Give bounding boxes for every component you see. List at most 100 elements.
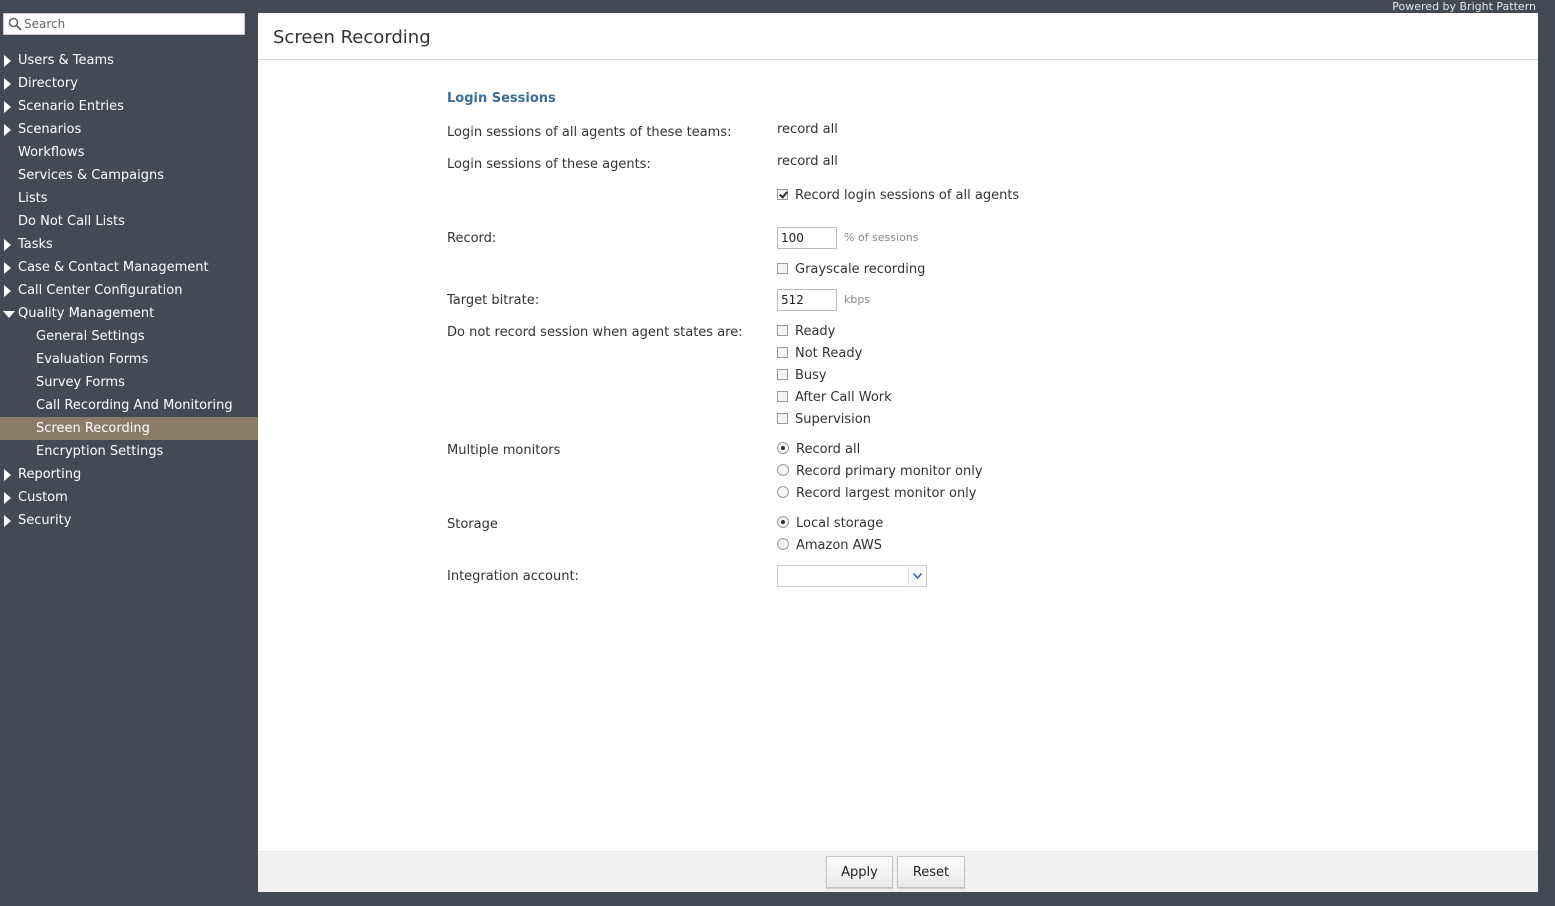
state-option-busy[interactable]: Busy — [777, 367, 827, 385]
expand-arrow-icon[interactable] — [4, 262, 11, 274]
sidebar: Users & Teams Directory Scenario Entries… — [0, 0, 258, 906]
storage-option-label: Local storage — [796, 516, 884, 531]
sidebar-item-call-recording-monitoring[interactable]: Call Recording And Monitoring — [0, 394, 258, 417]
integration-account-select[interactable] — [777, 565, 927, 587]
expand-arrow-icon[interactable] — [4, 239, 11, 251]
state-checkbox[interactable] — [777, 391, 788, 402]
sidebar-item-label: Survey Forms — [36, 375, 125, 390]
sidebar-item-label: Case & Contact Management — [18, 260, 209, 275]
state-label: Supervision — [795, 412, 871, 427]
sidebar-item-lists[interactable]: Lists — [0, 187, 258, 210]
state-checkbox[interactable] — [777, 325, 788, 336]
apply-button[interactable]: Apply — [826, 856, 893, 888]
sidebar-item-services-campaigns[interactable]: Services & Campaigns — [0, 164, 258, 187]
sidebar-item-label: Do Not Call Lists — [18, 214, 125, 229]
sidebar-item-general-settings[interactable]: General Settings — [0, 325, 258, 348]
bitrate-input[interactable] — [777, 289, 837, 311]
search-box[interactable] — [3, 13, 245, 35]
powered-by-text: Powered by Bright Pattern — [1392, 0, 1536, 13]
bitrate-label: Target bitrate: — [447, 293, 540, 308]
sidebar-item-label: General Settings — [36, 329, 145, 344]
agent-states-label: Do not record session when agent states … — [447, 325, 743, 340]
agents-label: Login sessions of these agents: — [447, 157, 651, 172]
sidebar-item-label: Call Center Configuration — [18, 283, 183, 298]
sidebar-item-survey-forms[interactable]: Survey Forms — [0, 371, 258, 394]
expand-arrow-icon[interactable] — [4, 515, 11, 527]
section-title: Login Sessions — [447, 91, 556, 106]
sidebar-item-screen-recording[interactable]: Screen Recording — [0, 417, 258, 440]
state-label: Not Ready — [795, 346, 863, 361]
sidebar-item-label: Directory — [18, 76, 78, 91]
integration-account-label: Integration account: — [447, 569, 579, 584]
sidebar-item-security[interactable]: Security — [0, 509, 258, 532]
dropdown-arrow[interactable] — [908, 567, 925, 585]
sidebar-item-label: Reporting — [18, 467, 82, 482]
state-checkbox[interactable] — [777, 413, 788, 424]
expand-arrow-icon[interactable] — [4, 469, 11, 481]
record-percent-input[interactable] — [777, 227, 837, 249]
state-label: Ready — [795, 324, 836, 339]
expand-arrow-icon[interactable] — [4, 78, 11, 90]
sidebar-item-case-contact-management[interactable]: Case & Contact Management — [0, 256, 258, 279]
state-checkbox[interactable] — [777, 347, 788, 358]
record-all-agents-option[interactable]: Record login sessions of all agents — [777, 187, 1019, 205]
sidebar-item-quality-management[interactable]: Quality Management — [0, 302, 258, 325]
radio-button[interactable] — [777, 516, 789, 528]
sidebar-item-label: Evaluation Forms — [36, 352, 149, 367]
reset-button[interactable]: Reset — [897, 856, 965, 888]
expand-arrow-icon[interactable] — [4, 55, 11, 67]
state-option-not-ready[interactable]: Not Ready — [777, 345, 862, 363]
sidebar-item-label: Security — [18, 513, 72, 528]
sidebar-item-label: Custom — [18, 490, 68, 505]
record-all-agents-checkbox[interactable] — [777, 189, 788, 200]
sidebar-item-scenario-entries[interactable]: Scenario Entries — [0, 95, 258, 118]
sidebar-item-call-center-configuration[interactable]: Call Center Configuration — [0, 279, 258, 302]
teams-label: Login sessions of all agents of these te… — [447, 125, 732, 140]
monitor-option-primary[interactable]: Record primary monitor only — [777, 463, 983, 481]
state-checkbox[interactable] — [777, 369, 788, 380]
monitor-option-largest[interactable]: Record largest monitor only — [777, 485, 977, 503]
state-label: Busy — [795, 368, 827, 383]
grayscale-option[interactable]: Grayscale recording — [777, 261, 925, 279]
sidebar-item-reporting[interactable]: Reporting — [0, 463, 258, 486]
sidebar-item-directory[interactable]: Directory — [0, 72, 258, 95]
sidebar-item-evaluation-forms[interactable]: Evaluation Forms — [0, 348, 258, 371]
search-icon — [8, 17, 22, 31]
state-option-supervision[interactable]: Supervision — [777, 411, 871, 429]
sidebar-item-label: Encryption Settings — [36, 444, 164, 459]
sidebar-item-do-not-call-lists[interactable]: Do Not Call Lists — [0, 210, 258, 233]
radio-button[interactable] — [777, 538, 789, 550]
expand-arrow-icon[interactable] — [4, 101, 11, 113]
record-unit: % of sessions — [844, 231, 919, 244]
state-option-after-call-work[interactable]: After Call Work — [777, 389, 892, 407]
storage-option-aws[interactable]: Amazon AWS — [777, 537, 882, 555]
search-input[interactable] — [24, 15, 242, 33]
sidebar-item-users-teams[interactable]: Users & Teams — [0, 49, 258, 72]
grayscale-checkbox[interactable] — [777, 263, 788, 274]
monitors-label: Multiple monitors — [447, 443, 561, 458]
radio-button[interactable] — [777, 486, 789, 498]
sidebar-item-tasks[interactable]: Tasks — [0, 233, 258, 256]
agents-value[interactable]: record all — [777, 154, 838, 169]
state-option-ready[interactable]: Ready — [777, 323, 835, 341]
sidebar-item-workflows[interactable]: Workflows — [0, 141, 258, 164]
sidebar-item-label: Scenarios — [18, 122, 82, 137]
sidebar-item-custom[interactable]: Custom — [0, 486, 258, 509]
expand-arrow-icon[interactable] — [4, 285, 11, 297]
radio-button[interactable] — [777, 442, 789, 454]
sidebar-item-scenarios[interactable]: Scenarios — [0, 118, 258, 141]
sidebar-item-label: Tasks — [18, 237, 53, 252]
sidebar-item-encryption-settings[interactable]: Encryption Settings — [0, 440, 258, 463]
teams-value[interactable]: record all — [777, 122, 838, 137]
storage-option-label: Amazon AWS — [796, 538, 882, 553]
expand-arrow-icon[interactable] — [4, 492, 11, 504]
expand-arrow-icon[interactable] — [4, 124, 11, 136]
monitor-option-record-all[interactable]: Record all — [777, 441, 860, 459]
sidebar-item-label: Call Recording And Monitoring — [36, 398, 233, 413]
monitor-option-label: Record primary monitor only — [796, 464, 983, 479]
collapse-arrow-icon[interactable] — [3, 311, 15, 318]
storage-option-local[interactable]: Local storage — [777, 515, 883, 533]
radio-button[interactable] — [777, 464, 789, 476]
sidebar-item-label: Scenario Entries — [18, 99, 124, 114]
record-label: Record: — [447, 231, 497, 246]
